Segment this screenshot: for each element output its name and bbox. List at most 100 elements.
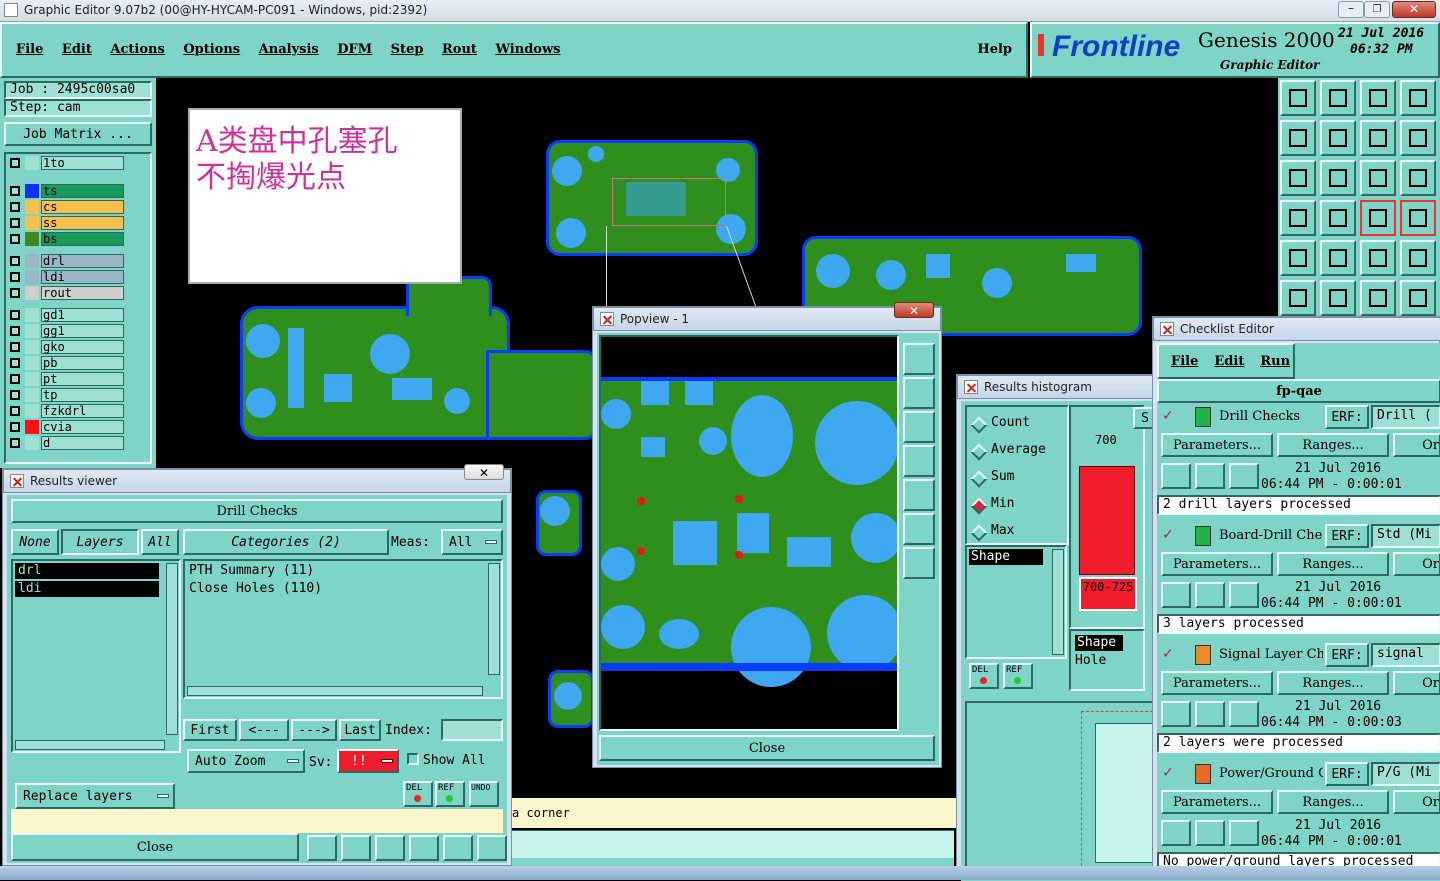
popview-canvas[interactable]	[599, 335, 899, 731]
check-icon[interactable]: ✓	[1163, 526, 1177, 542]
grid-a-icon[interactable]	[1360, 200, 1396, 236]
run-all-icon[interactable]	[1195, 701, 1225, 727]
arrow-out-icon[interactable]	[1320, 120, 1356, 156]
next-button[interactable]: --->	[291, 719, 337, 741]
swap-icon[interactable]	[1360, 120, 1396, 156]
run-all-icon[interactable]	[1195, 463, 1225, 489]
center-icon[interactable]	[1320, 160, 1356, 196]
stop-icon[interactable]	[1229, 701, 1259, 727]
parameters-button[interactable]: Parameters...	[1161, 671, 1273, 695]
check-icon[interactable]: ✓	[1163, 645, 1177, 661]
refresh-button[interactable]: REF	[435, 781, 465, 807]
layer-checkbox[interactable]	[10, 288, 20, 298]
scrollbar[interactable]	[1052, 549, 1064, 655]
erf-value[interactable]: P/G (Mi	[1371, 762, 1440, 786]
erf-value[interactable]: signal	[1371, 643, 1440, 667]
run-icon[interactable]	[1161, 820, 1191, 846]
histogram-list[interactable]: Shape	[965, 545, 1067, 659]
checklist-menu-edit[interactable]: Edit	[1214, 354, 1244, 369]
stat-radio-sum[interactable]	[970, 470, 988, 488]
key-icon[interactable]	[1320, 200, 1356, 236]
stat-radio-average[interactable]	[970, 443, 988, 461]
check-icon[interactable]: ✓	[1163, 407, 1177, 423]
layer-checkbox[interactable]	[10, 358, 20, 368]
check-name[interactable]: Drill Checks	[1219, 409, 1323, 424]
layer-color-swatch[interactable]	[25, 286, 39, 300]
layer-checkbox[interactable]	[10, 256, 20, 266]
stat-radio-count[interactable]	[970, 416, 988, 434]
layer-checkbox[interactable]	[10, 310, 20, 320]
stat-radio-min[interactable]	[970, 497, 988, 515]
layer-row-d[interactable]: d	[8, 436, 124, 450]
layer-color-swatch[interactable]	[25, 270, 39, 284]
parameters-button[interactable]: Parameters...	[1161, 790, 1273, 814]
histogram-icon[interactable]	[307, 835, 337, 861]
options-button[interactable]: Or	[1393, 671, 1440, 695]
run-all-icon[interactable]	[1195, 820, 1225, 846]
checklist-menu-file[interactable]: File	[1171, 354, 1198, 369]
home-icon[interactable]	[1280, 80, 1316, 116]
menu-analysis[interactable]: Analysis	[259, 42, 319, 57]
undo-button[interactable]: UNDO	[469, 781, 499, 807]
layer-color-swatch[interactable]	[25, 372, 39, 386]
window-icon[interactable]	[1400, 80, 1436, 116]
layer-row-rout[interactable]: rout	[8, 286, 124, 300]
menu-actions[interactable]: Actions	[110, 42, 164, 57]
tab-layers[interactable]: Layers	[61, 529, 139, 555]
stop-icon[interactable]	[1229, 820, 1259, 846]
meas-select[interactable]: All	[441, 529, 503, 555]
layer-row-ldi[interactable]: ldi	[15, 581, 159, 597]
ranges-button[interactable]: Ranges...	[1277, 671, 1389, 695]
layer-checkbox[interactable]	[10, 390, 20, 400]
layer-checkbox[interactable]	[10, 326, 20, 336]
house-icon[interactable]	[1360, 80, 1396, 116]
scale-icon[interactable]	[1360, 160, 1396, 196]
minimize-button[interactable]: –	[1338, 1, 1364, 18]
job-matrix-button[interactable]: Job Matrix ...	[4, 122, 152, 146]
report-icon[interactable]	[341, 835, 371, 861]
layer-color-swatch[interactable]	[25, 232, 39, 246]
checklist-menu-run[interactable]: Run	[1260, 354, 1290, 369]
layer-checkbox[interactable]	[10, 158, 20, 168]
layer-row-1to[interactable]: 1to	[8, 156, 124, 170]
check-name[interactable]: Board-Drill Che	[1219, 528, 1323, 543]
category-close-holes[interactable]: Close Holes (110)	[189, 581, 322, 596]
layer-row-pb[interactable]: pb	[8, 356, 124, 370]
parameters-button[interactable]: Parameters...	[1161, 433, 1273, 457]
histogram-bar[interactable]	[1079, 466, 1135, 575]
stop-icon[interactable]	[1229, 463, 1259, 489]
zoom-in-icon[interactable]	[903, 547, 935, 579]
layer-color-swatch[interactable]	[25, 216, 39, 230]
layer-checkbox[interactable]	[10, 218, 20, 228]
histogram-delete-button[interactable]: DEL	[969, 663, 999, 689]
fit-icon[interactable]	[1280, 160, 1316, 196]
erf-value[interactable]: Drill (	[1371, 405, 1440, 429]
layer-row-drl[interactable]: drl	[15, 563, 159, 579]
layer-row-gg1[interactable]: gg1	[8, 324, 124, 338]
histogram-list-item[interactable]: Shape	[969, 549, 1043, 565]
replace-layers-select[interactable]: Replace layers	[15, 783, 175, 809]
index-input[interactable]	[441, 719, 503, 741]
cross-icon[interactable]	[1320, 280, 1356, 316]
histogram-refresh-button[interactable]: REF	[1003, 663, 1033, 689]
layer-row-pt[interactable]: pt	[8, 372, 124, 386]
auto-zoom-select[interactable]: Auto Zoom	[187, 749, 305, 773]
layer-checkbox[interactable]	[10, 438, 20, 448]
layer-color-swatch[interactable]	[25, 184, 39, 198]
first-button[interactable]: First	[183, 719, 237, 741]
layer-row-ldi[interactable]: ldi	[8, 270, 124, 284]
measure-icon[interactable]	[1320, 240, 1356, 276]
menu-step[interactable]: Step	[391, 42, 424, 57]
erase-icon[interactable]	[375, 835, 405, 861]
stat-radio-max[interactable]	[970, 524, 988, 542]
layer-color-swatch[interactable]	[25, 308, 39, 322]
check-name[interactable]: Signal Layer Ch	[1219, 647, 1323, 662]
layer-color-swatch[interactable]	[25, 324, 39, 338]
layer-color-swatch[interactable]	[25, 436, 39, 450]
grid-b-icon[interactable]	[1400, 200, 1436, 236]
layer-color-swatch[interactable]	[25, 404, 39, 418]
layer-color-swatch[interactable]	[25, 340, 39, 354]
layer-checkbox[interactable]	[10, 234, 20, 244]
zoom-down-icon[interactable]	[903, 411, 935, 443]
layer-color-swatch[interactable]	[25, 200, 39, 214]
